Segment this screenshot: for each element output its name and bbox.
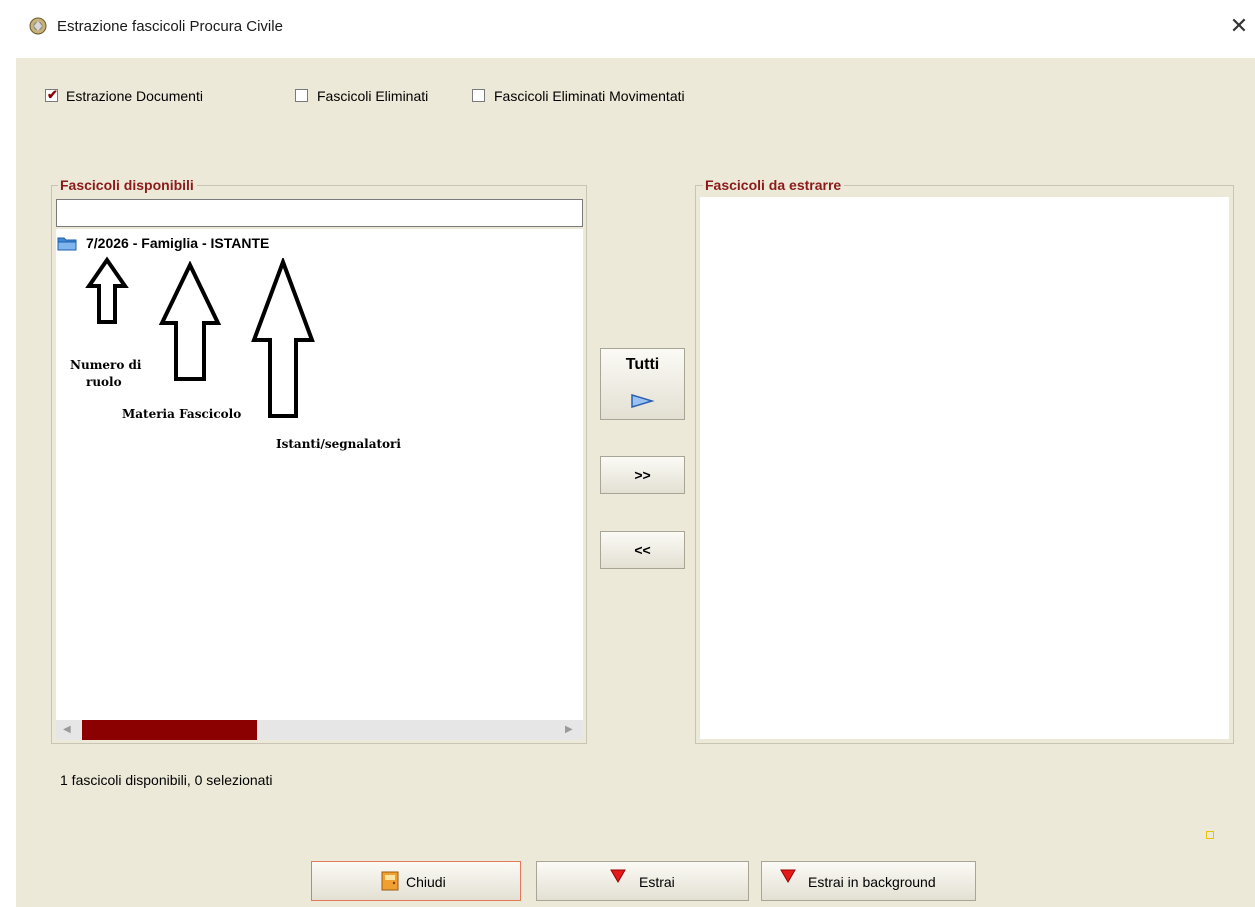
resize-marker: [1206, 831, 1214, 839]
scrollbar-thumb[interactable]: [82, 720, 257, 740]
down-arrow-icon: [610, 869, 626, 883]
list-fascicoli-da-estrarre[interactable]: [700, 197, 1229, 739]
scroll-left-icon[interactable]: ◀: [63, 720, 71, 740]
filter-input[interactable]: [56, 199, 583, 227]
estrai-button-label: Estrai: [639, 874, 675, 890]
check-icon: ✔: [47, 87, 58, 102]
close-icon: ✕: [1229, 13, 1249, 38]
annotation-materia-fascicolo: Materia Fascicolo: [122, 407, 242, 421]
group-title-fascicoli-disponibili: Fascicoli disponibili: [58, 177, 197, 193]
checkbox-estrazione-documenti[interactable]: ✔: [45, 87, 58, 102]
label-fascicoli-eliminati: Fascicoli Eliminati: [317, 88, 429, 104]
close-button[interactable]: ✕: [1226, 14, 1252, 40]
estrai-in-background-button-label: Estrai in background: [808, 874, 936, 890]
exit-door-icon: [381, 871, 399, 891]
label-estrazione-documenti: Estrazione Documenti: [66, 88, 203, 104]
tutti-button-label: Tutti: [625, 356, 660, 373]
play-right-icon: [631, 393, 655, 409]
annotation-arrow-icon: [251, 258, 315, 418]
app-emblem-icon: [29, 17, 47, 35]
chiudi-button-label: Chiudi: [406, 874, 446, 890]
annotation-arrow-icon: [85, 256, 129, 324]
group-title-fascicoli-da-estrarre: Fascicoli da estrarre: [703, 177, 845, 193]
list-item-label: 7/2026 - Famiglia - ISTANTE: [86, 235, 270, 251]
down-arrow-icon: [780, 869, 796, 883]
scroll-right-icon[interactable]: ▶: [565, 720, 573, 740]
annotation-istanti-segnalatori: Istanti/segnalatori: [276, 437, 401, 451]
status-text: 1 fascicoli disponibili, 0 selezionati: [60, 772, 273, 788]
window-title: Estrazione fascicoli Procura Civile: [57, 18, 283, 35]
remove-selected-button[interactable]: <<: [600, 531, 685, 569]
add-selected-button[interactable]: >>: [600, 456, 685, 494]
label-fascicoli-eliminati-movimentati: Fascicoli Eliminati Movimentati: [494, 88, 685, 104]
annotation-arrow-icon: [158, 261, 222, 381]
checkbox-fascicoli-eliminati[interactable]: [295, 89, 308, 102]
annotation-numero-di-ruolo-1: Numero di: [70, 358, 142, 372]
checkbox-fascicoli-eliminati-movimentati[interactable]: [472, 89, 485, 102]
annotation-numero-di-ruolo-2: ruolo: [86, 375, 122, 389]
folder-icon: [57, 237, 77, 251]
list-fascicoli-disponibili[interactable]: [56, 229, 583, 720]
list-item[interactable]: 7/2026 - Famiglia - ISTANTE: [57, 233, 357, 253]
